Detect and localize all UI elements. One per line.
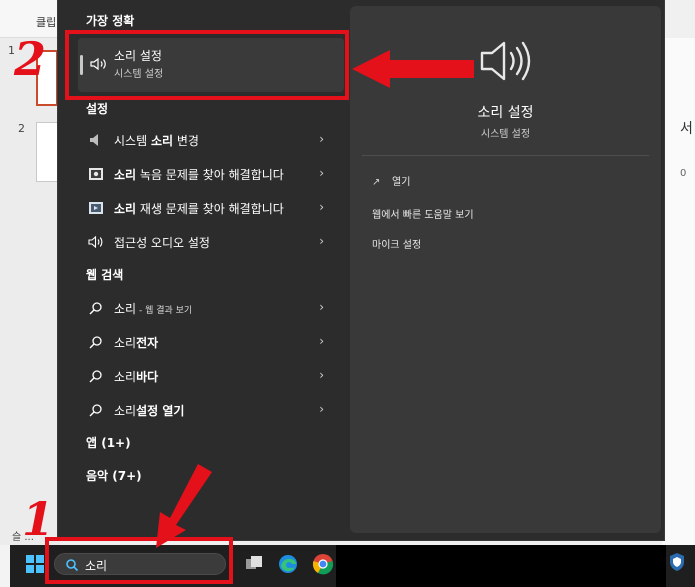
arrow-to-best-match [352, 50, 474, 88]
annotation-arrows [156, 50, 474, 548]
arrow-to-search-box [156, 464, 212, 548]
